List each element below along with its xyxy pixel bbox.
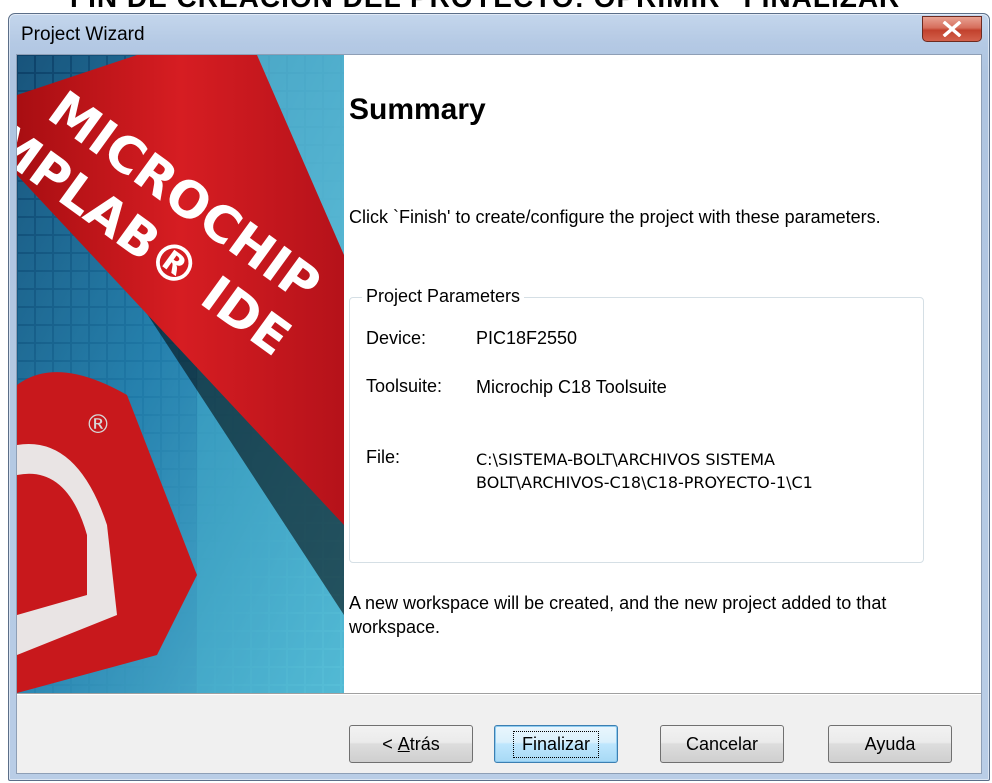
back-button-mnemonic: A bbox=[397, 733, 410, 754]
page-caption: FIN DE CREACION DEL PROYECTO: OPRIMIR "F… bbox=[70, 0, 970, 12]
page-title: Summary bbox=[349, 93, 486, 126]
file-label: File: bbox=[366, 447, 401, 467]
registered-mark: ® bbox=[85, 410, 111, 440]
finish-button[interactable]: Finalizar bbox=[494, 725, 618, 763]
wizard-client-area: MICROCHIP MPLAB® IDE ® Summary Click `Fi… bbox=[16, 54, 982, 774]
back-button[interactable]: < Atrás bbox=[349, 725, 473, 763]
wizard-content-panel: MICROCHIP MPLAB® IDE ® Summary Click `Fi… bbox=[17, 55, 981, 693]
device-label: Device: bbox=[366, 328, 427, 348]
mplab-ide-banner: MICROCHIP MPLAB® IDE ® bbox=[17, 55, 344, 693]
instructions-text: Click `Finish' to create/configure the p… bbox=[349, 207, 881, 227]
cancel-button-label: Cancelar bbox=[685, 733, 759, 754]
button-bar-divider bbox=[17, 693, 981, 695]
finish-button-label: Finalizar bbox=[512, 730, 600, 758]
window-title: Project Wizard bbox=[21, 24, 145, 45]
back-button-prefix: < bbox=[382, 733, 398, 754]
toolsuite-label: Toolsuite: bbox=[366, 376, 443, 396]
file-path-line-2: BOLT\ARCHIVOS-C18\C18-PROYECTO-1\C1 bbox=[476, 473, 813, 492]
device-value: PIC18F2550 bbox=[476, 328, 578, 348]
close-icon bbox=[942, 21, 962, 37]
toolsuite-value: Microchip C18 Toolsuite bbox=[476, 377, 667, 397]
file-path-line-1: C:\SISTEMA-BOLT\ARCHIVOS SISTEMA bbox=[476, 450, 775, 469]
mplab-logo-artwork: MICROCHIP MPLAB® IDE ® bbox=[17, 55, 344, 693]
close-button[interactable] bbox=[922, 16, 982, 42]
workspace-note: A new workspace will be created, and the… bbox=[349, 593, 887, 637]
project-wizard-window: Project Wizard MICROCHIP MPLAB® IDE ® Su… bbox=[8, 13, 990, 781]
file-value: C:\SISTEMA-BOLT\ARCHIVOS SISTEMA BOLT\AR… bbox=[476, 448, 916, 494]
back-button-rest: trás bbox=[409, 733, 440, 754]
project-parameters-group bbox=[349, 297, 924, 563]
group-legend: Project Parameters bbox=[362, 286, 525, 307]
cancel-button[interactable]: Cancelar bbox=[660, 725, 784, 763]
help-button-label: Ayuda bbox=[864, 733, 916, 754]
help-button[interactable]: Ayuda bbox=[828, 725, 952, 763]
